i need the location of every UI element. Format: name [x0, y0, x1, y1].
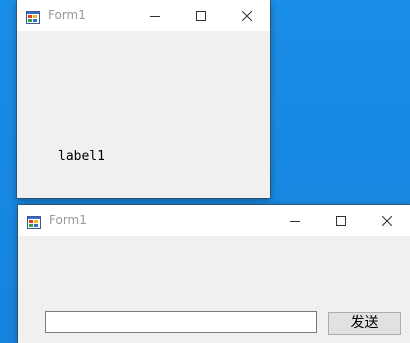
window-title: Form1 [49, 213, 87, 227]
maximize-button[interactable] [178, 0, 224, 31]
message-input[interactable] [45, 311, 317, 333]
maximize-icon [196, 10, 206, 21]
close-button[interactable] [364, 205, 410, 236]
form1-window-bottom: Form1 发送 [18, 205, 410, 343]
minimize-button[interactable] [132, 0, 178, 31]
title-bar[interactable]: Form1 [17, 0, 270, 31]
form-client-area: label1 [17, 31, 270, 198]
minimize-icon [150, 15, 160, 17]
maximize-button[interactable] [318, 205, 364, 236]
label1: label1 [58, 149, 105, 164]
minimize-button[interactable] [272, 205, 318, 236]
form1-window-top: Form1 label1 [17, 0, 270, 198]
winforms-app-icon [26, 9, 40, 24]
window-title: Form1 [48, 8, 86, 22]
form-client-area: 发送 [18, 236, 410, 343]
title-bar[interactable]: Form1 [18, 205, 410, 236]
send-button[interactable]: 发送 [328, 312, 401, 335]
close-icon [242, 10, 252, 21]
close-icon [382, 215, 392, 226]
close-button[interactable] [224, 0, 270, 31]
minimize-icon [290, 220, 300, 222]
maximize-icon [336, 215, 346, 226]
winforms-app-icon [27, 214, 41, 229]
